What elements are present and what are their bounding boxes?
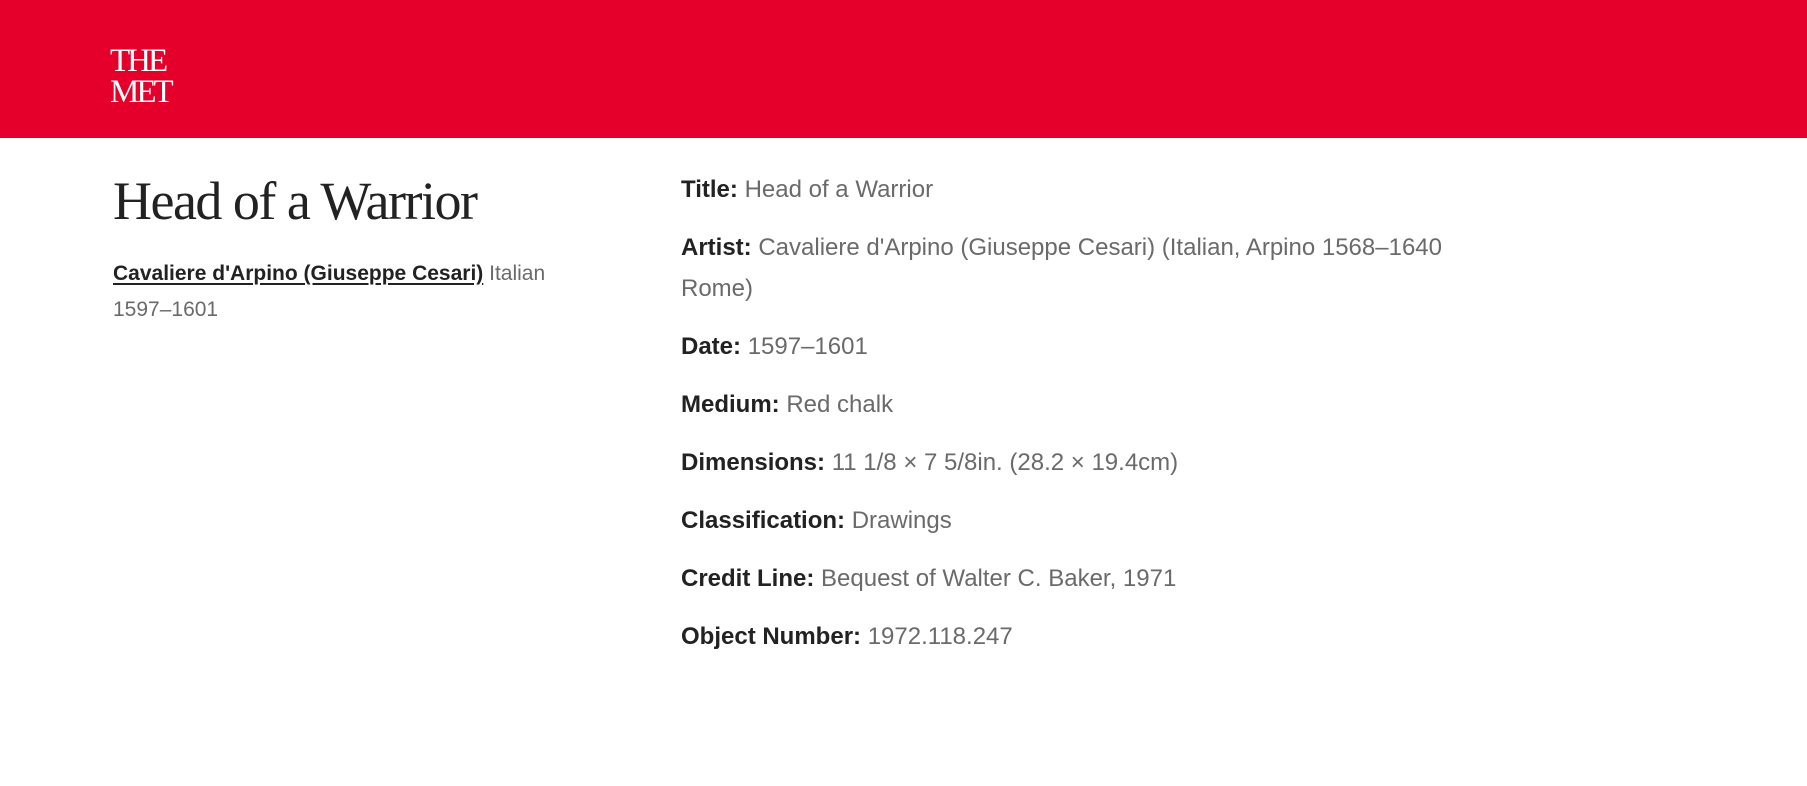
artist-nationality: Italian <box>489 262 546 285</box>
detail-label: Medium: <box>681 391 780 418</box>
detail-value: 1597–1601 <box>747 333 868 360</box>
detail-row-date: Date: 1597–1601 <box>681 326 1481 367</box>
detail-label: Artist: <box>681 234 752 261</box>
detail-row-title: Title: Head of a Warrior <box>681 169 1481 210</box>
detail-label: Title: <box>681 176 738 203</box>
detail-label: Object Number: <box>681 623 862 650</box>
detail-label: Date: <box>681 333 742 360</box>
logo-line-1: THE <box>110 43 168 79</box>
detail-label: Dimensions: <box>681 449 826 476</box>
detail-row-credit-line: Credit Line: Bequest of Walter C. Baker,… <box>681 558 1481 599</box>
detail-value: 11 1/8 × 7 5/8in. (28.2 × 19.4cm) <box>831 449 1179 476</box>
object-details: Title: Head of a Warrior Artist: Cavalie… <box>681 169 1481 674</box>
detail-value: Cavaliere d'Arpino (Giuseppe Cesari) (It… <box>681 234 1442 302</box>
object-summary: Head of a Warrior Cavaliere d'Arpino (Gi… <box>113 168 593 328</box>
detail-row-dimensions: Dimensions: 11 1/8 × 7 5/8in. (28.2 × 19… <box>681 442 1481 483</box>
met-logo[interactable]: THE MET <box>110 43 174 110</box>
detail-row-object-number: Object Number: 1972.118.247 <box>681 616 1481 657</box>
detail-row-artist: Artist: Cavaliere d'Arpino (Giuseppe Ces… <box>681 227 1481 309</box>
detail-value: Red chalk <box>786 391 894 418</box>
detail-value: Bequest of Walter C. Baker, 1971 <box>821 565 1177 592</box>
detail-row-medium: Medium: Red chalk <box>681 384 1481 425</box>
object-date: 1597–1601 <box>113 298 219 321</box>
artist-link[interactable]: Cavaliere d'Arpino (Giuseppe Cesari) <box>113 262 483 285</box>
detail-value: 1972.118.247 <box>867 623 1013 650</box>
logo-line-2: MET <box>110 74 174 110</box>
site-header: THE MET <box>0 0 1807 138</box>
detail-label: Classification: <box>681 507 846 534</box>
detail-row-classification: Classification: Drawings <box>681 500 1481 541</box>
detail-value: Drawings <box>851 507 952 534</box>
artist-line: Cavaliere d'Arpino (Giuseppe Cesari) Ita… <box>113 256 593 292</box>
detail-label: Credit Line: <box>681 565 815 592</box>
detail-value: Head of a Warrior <box>744 176 934 203</box>
page-title: Head of a Warrior <box>113 171 478 231</box>
